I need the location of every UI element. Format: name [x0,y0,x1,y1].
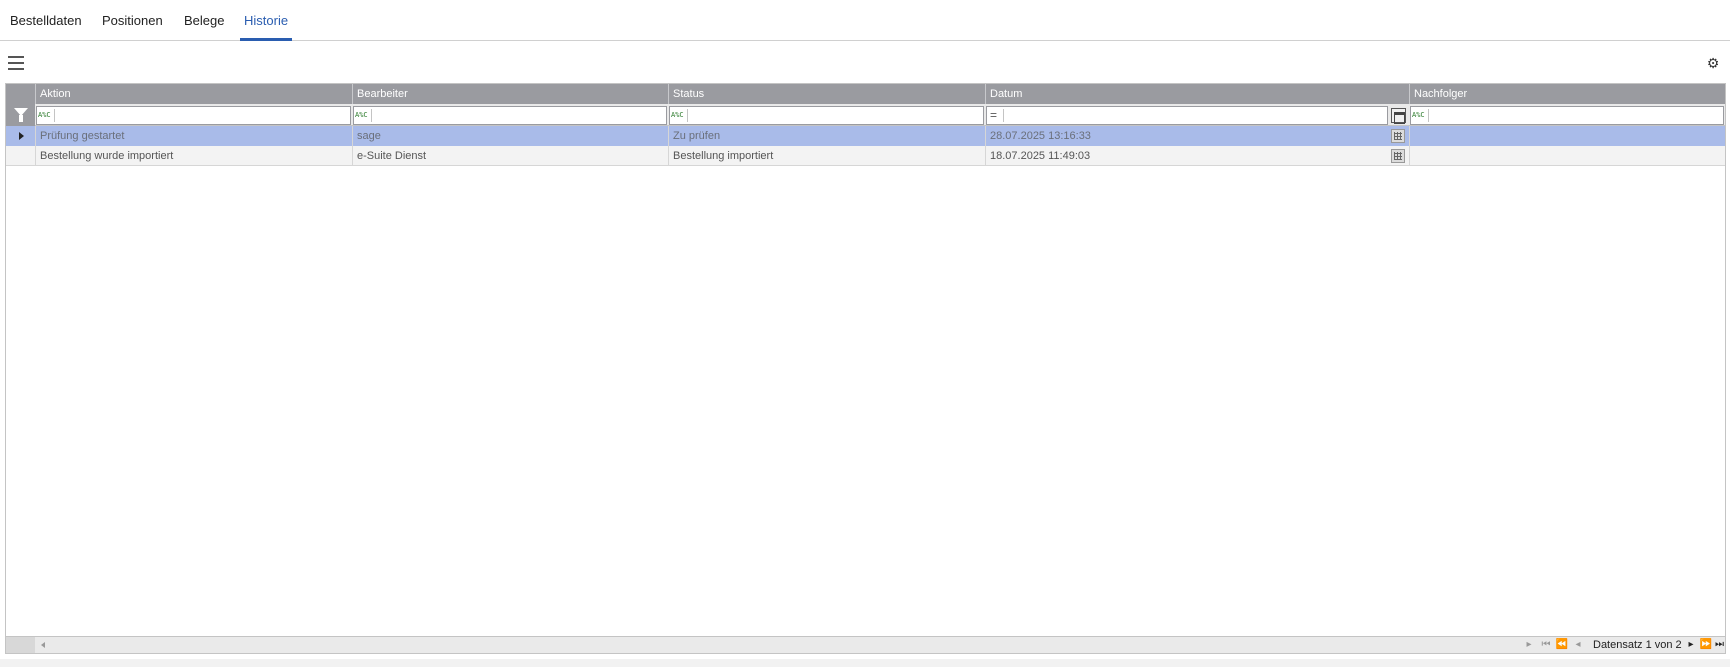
previous-page-icon[interactable]: ⏪ [1555,638,1569,652]
filter-operator-bearbeiter[interactable]: A%C [355,109,372,122]
column-header-status[interactable]: Status [668,84,985,104]
current-row-arrow-icon [19,132,24,140]
tab-positionen[interactable]: Positionen [102,13,163,41]
column-header-bearbeiter[interactable]: Bearbeiter [352,84,668,104]
cell-aktion[interactable]: Bestellung wurde importiert [35,146,352,166]
filter-operator-aktion[interactable]: A%C [38,109,55,122]
cell-nachfolger[interactable] [1409,126,1725,146]
filter-input-nachfolger[interactable]: A%C [1410,106,1724,125]
tab-bar: Bestelldaten Positionen Belege Historie [0,0,1730,41]
grid-header: Aktion Bearbeiter Status Datum Nachfolge… [6,84,1725,104]
tab-historie[interactable]: Historie [240,13,293,41]
column-header-datum[interactable]: Datum [985,84,1409,104]
next-record-icon[interactable]: ▸ [1686,638,1696,652]
row-indicator [6,146,35,166]
cell-status[interactable]: Bestellung importiert [668,146,985,166]
column-header-nachfolger[interactable]: Nachfolger [1409,84,1725,104]
calendar-icon[interactable] [1391,129,1405,143]
record-info: Datensatz 1 von 2 [1593,639,1682,651]
funnel-icon[interactable] [6,104,35,126]
cell-datum[interactable]: 28.07.2025 13:16:33 [985,126,1409,146]
previous-record-icon[interactable]: ◂ [1573,638,1583,652]
scroll-right-icon[interactable]: ▸ [1525,638,1533,652]
last-record-icon[interactable]: ⏭ [1713,638,1726,652]
cell-aktion[interactable]: Prüfung gestartet [35,126,352,146]
filter-input-status[interactable]: A%C [669,106,984,125]
cell-datum[interactable]: 18.07.2025 11:49:03 [985,146,1409,166]
table-row[interactable]: Prüfung gestartet sage Zu prüfen 28.07.2… [6,126,1725,146]
filter-operator-nachfolger[interactable]: A%C [1412,109,1429,122]
column-header-aktion[interactable]: Aktion [35,84,352,104]
cell-bearbeiter[interactable]: e-Suite Dienst [352,146,668,166]
history-grid: Aktion Bearbeiter Status Datum Nachfolge… [5,83,1726,654]
cell-nachfolger[interactable] [1409,146,1725,166]
filter-row: A%C A%C A%C = A%C [6,104,1725,126]
filter-operator-status[interactable]: A%C [671,109,688,122]
bottom-bar [0,659,1730,667]
calendar-icon[interactable] [1391,108,1406,124]
filter-input-datum[interactable]: = [986,106,1388,125]
filter-input-aktion[interactable]: A%C [36,106,351,125]
tab-bestelldaten[interactable]: Bestelldaten [10,13,82,41]
grid-footer: ▸ ⏮ ⏪ ◂ Datensatz 1 von 2 ▸ ⏩ ⏭ [6,636,1725,653]
tab-belege[interactable]: Belege [184,13,224,41]
filter-operator-datum[interactable]: = [990,109,1004,122]
cell-status[interactable]: Zu prüfen [668,126,985,146]
table-row[interactable]: Bestellung wurde importiert e-Suite Dien… [6,146,1725,166]
gear-icon[interactable]: ⚙ [1706,56,1720,70]
hamburger-icon[interactable] [8,56,24,70]
next-page-icon[interactable]: ⏩ [1699,638,1713,652]
scroll-left-icon[interactable] [41,642,45,648]
first-record-icon[interactable]: ⏮ [1539,638,1553,652]
calendar-icon[interactable] [1391,149,1405,163]
row-indicator [6,126,35,146]
cell-bearbeiter[interactable]: sage [352,126,668,146]
filter-input-bearbeiter[interactable]: A%C [353,106,667,125]
